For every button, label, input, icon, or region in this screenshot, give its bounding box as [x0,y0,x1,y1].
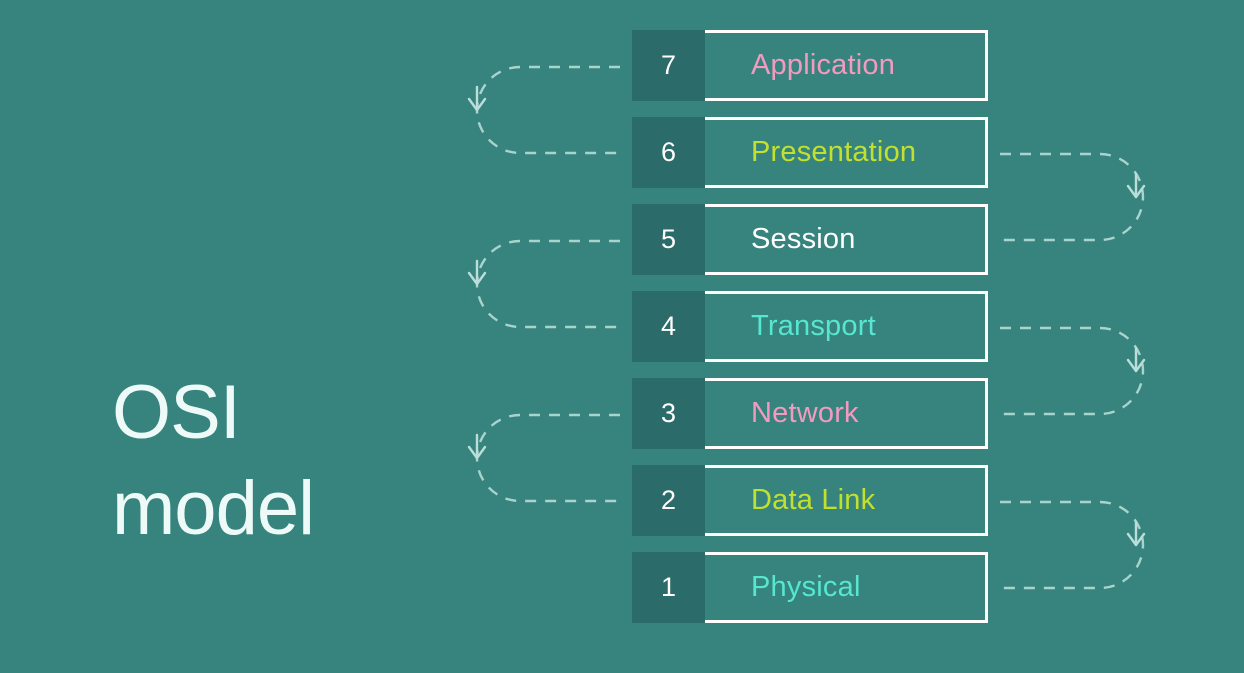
layer-number-4: 4 [632,291,705,362]
layer-row-6[interactable]: 6 Presentation [632,117,988,188]
connector-arrows [467,65,1146,590]
layer-box-6[interactable]: Presentation [705,117,988,188]
layer-number-5: 5 [632,204,705,275]
layer-label-network: Network [751,397,859,429]
layer-row-4[interactable]: 4 Transport [632,291,988,362]
connector-5-to-4 [467,239,620,329]
layer-box-1[interactable]: Physical [705,552,988,623]
layer-box-3[interactable]: Network [705,378,988,449]
title-line-model: model [112,466,315,551]
layer-label-data-link: Data Link [751,484,876,516]
connector-4-to-3 [1000,326,1146,416]
layer-label-presentation: Presentation [751,136,917,168]
layer-box-4[interactable]: Transport [705,291,988,362]
layer-label-session: Session [751,223,856,255]
page-title: OSI model [112,365,442,557]
osi-model-diagram: OSI model 7 Application 6 Presentation 5… [0,0,1244,673]
layer-box-2[interactable]: Data Link [705,465,988,536]
layer-number-6: 6 [632,117,705,188]
layer-row-5[interactable]: 5 Session [632,204,988,275]
connector-3-to-2 [467,413,620,503]
layer-row-3[interactable]: 3 Network [632,378,988,449]
layer-number-3: 3 [632,378,705,449]
layer-box-5[interactable]: Session [705,204,988,275]
layer-row-7[interactable]: 7 Application [632,30,988,101]
connector-7-to-6 [467,65,620,155]
layer-row-2[interactable]: 2 Data Link [632,465,988,536]
layer-stack: 7 Application 6 Presentation 5 Session 4… [632,30,988,623]
connector-2-to-1 [1000,500,1146,590]
layer-label-application: Application [751,49,896,81]
layer-number-1: 1 [632,552,705,623]
layer-number-7: 7 [632,30,705,101]
connector-6-to-5 [1000,152,1146,242]
layer-label-transport: Transport [751,310,876,342]
layer-number-2: 2 [632,465,705,536]
title-line-osi: OSI [112,370,241,455]
layer-box-7[interactable]: Application [705,30,988,101]
layer-row-1[interactable]: 1 Physical [632,552,988,623]
layer-label-physical: Physical [751,571,861,603]
